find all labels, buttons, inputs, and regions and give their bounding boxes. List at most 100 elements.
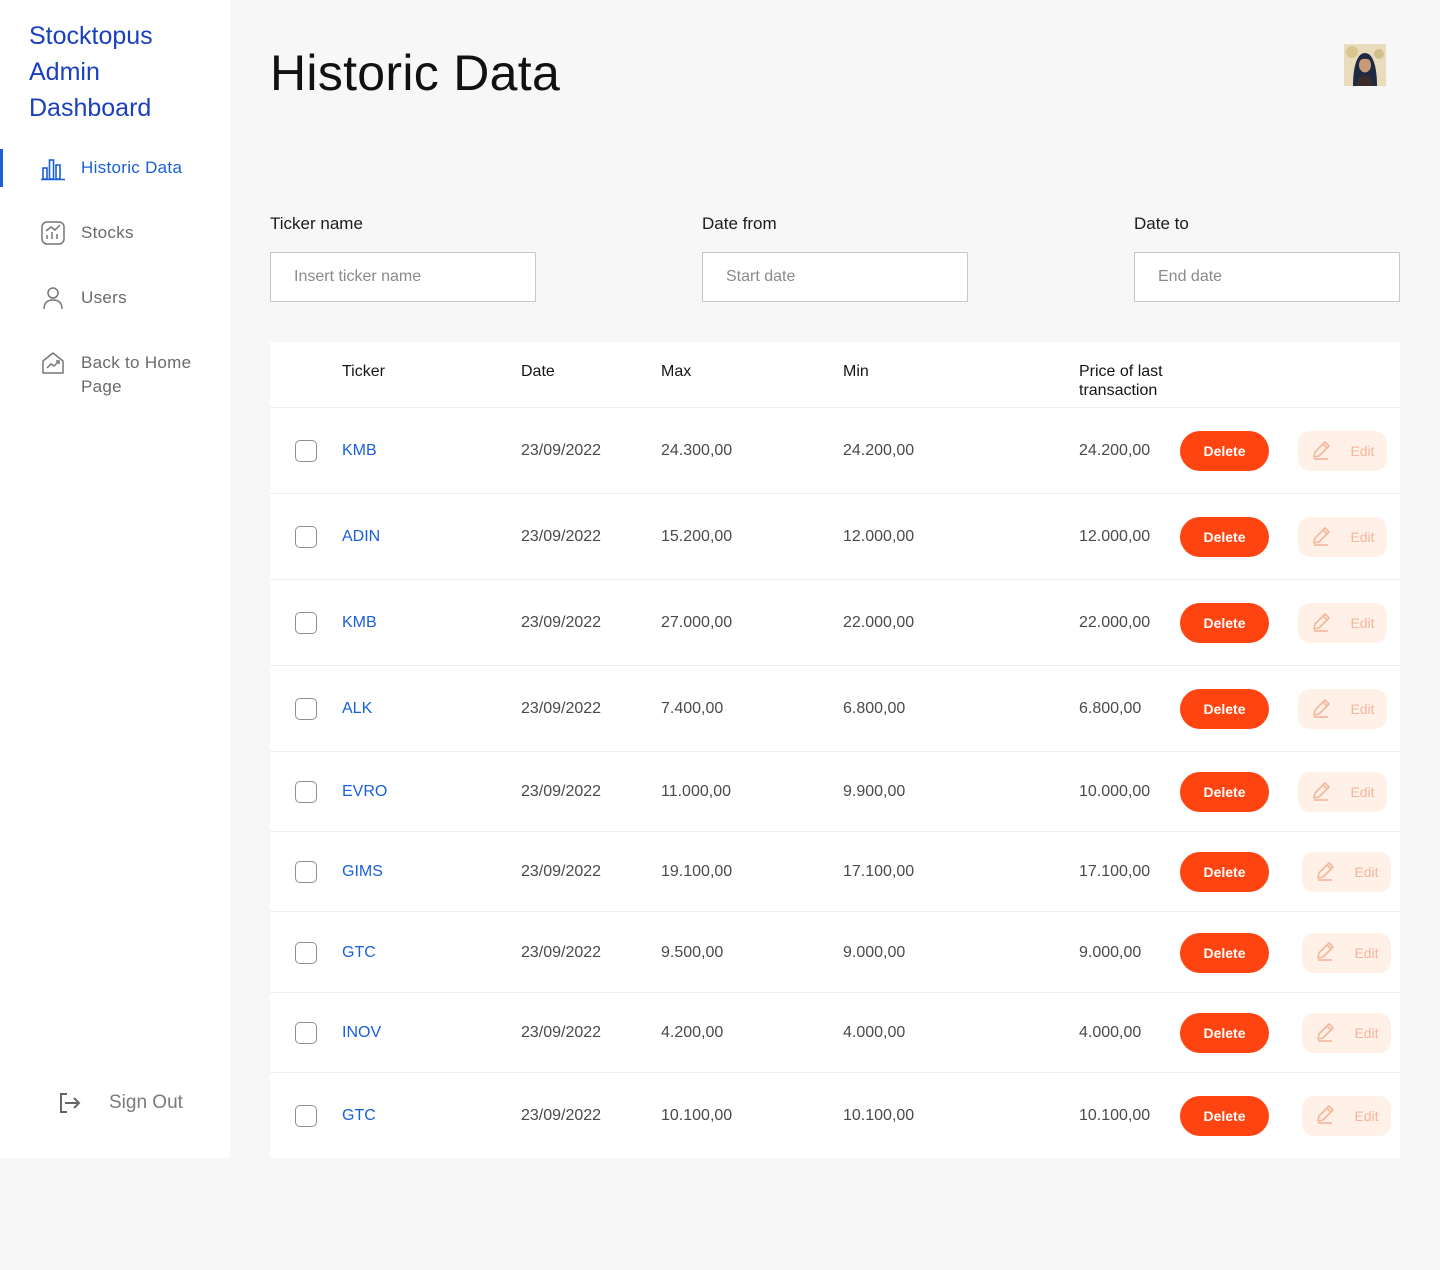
delete-button[interactable]: Delete [1180,1013,1269,1053]
edit-button[interactable]: Edit [1302,932,1391,973]
edit-button[interactable]: Edit [1298,772,1387,812]
date-cell: 23/09/2022 [521,614,602,631]
last-price-cell: 6.800,00 [1079,700,1142,717]
table-row: INOV 23/09/2022 4.200,00 4.000,00 4.000,00 De… [270,993,1400,1073]
date-cell: 23/09/2022 [521,783,602,800]
last-price-cell: 12.000,00 [1079,528,1151,545]
ticker-link[interactable]: INOV [342,1023,381,1043]
ticker-name-input[interactable] [270,252,536,302]
date-cell: 23/09/2022 [521,863,602,880]
date-cell: 23/09/2022 [521,1106,602,1124]
edit-label: Edit [1350,443,1375,459]
sign-out-button[interactable]: Sign Out [56,1090,206,1120]
edit-button[interactable]: Edit [1302,1013,1391,1053]
edit-button[interactable]: Edit [1298,431,1387,471]
last-price-cell: 9.000,00 [1079,943,1142,961]
max-cell: 11.000,00 [661,783,731,800]
user-icon [40,285,66,311]
edit-label: Edit [1354,864,1379,880]
table-row: KMB 23/09/2022 27.000,00 22.000,00 22.000,00… [270,580,1400,666]
table-row: GTC 23/09/2022 10.100,00 10.100,00 10.100,00… [270,1073,1400,1158]
page-title: Historic Data [270,45,561,101]
column-header-max: Max [661,363,692,380]
max-cell: 15.200,00 [661,528,733,545]
date-cell: 23/09/2022 [521,1024,602,1041]
pencil-icon [1310,780,1332,805]
table-row: ALK 23/09/2022 7.400,00 6.800,00 6.800,00 Del… [270,666,1400,752]
last-price-cell: 22.000,00 [1079,614,1151,631]
row-checkbox[interactable] [295,781,317,803]
edit-label: Edit [1350,784,1375,800]
min-cell: 10.100,00 [843,1106,915,1124]
table-row: KMB 23/09/2022 24.300,00 24.200,00 24.200,00… [270,408,1400,494]
table-row: EVRO 23/09/2022 11.000,00 9.900,00 10.000,00… [270,752,1400,832]
bar-chart-icon [40,156,66,182]
sidebar-item-back-to-home[interactable]: Back to Home Page [0,350,230,400]
ticker-link[interactable]: GTC [342,1106,376,1126]
pencil-icon [1310,611,1332,636]
ticker-link[interactable]: KMB [342,441,377,461]
table-row: ADIN 23/09/2022 15.200,00 12.000,00 12.000,0… [270,494,1400,580]
max-cell: 27.000,00 [661,614,733,631]
edit-button[interactable]: Edit [1302,852,1391,892]
row-checkbox[interactable] [295,861,317,883]
ticker-link[interactable]: GTC [342,943,376,963]
row-checkbox[interactable] [295,941,317,964]
last-price-cell: 17.100,00 [1079,863,1151,880]
edit-button[interactable]: Edit [1298,689,1387,729]
edit-label: Edit [1350,701,1375,717]
date-to-filter: Date to [1134,214,1400,302]
date-cell: 23/09/2022 [521,700,602,717]
delete-button[interactable]: Delete [1180,431,1269,471]
min-cell: 9.900,00 [843,783,906,800]
edit-label: Edit [1350,529,1375,545]
row-checkbox[interactable] [295,526,317,548]
row-checkbox[interactable] [295,440,317,462]
delete-button[interactable]: Delete [1180,517,1269,557]
stock-chart-icon [40,220,66,246]
historic-data-table: Ticker Date Max Min Price of last transa… [270,342,1400,1158]
delete-button[interactable]: Delete [1180,932,1269,973]
ticker-link[interactable]: KMB [342,613,377,633]
delete-button[interactable]: Delete [1180,852,1269,892]
edit-button[interactable]: Edit [1302,1095,1391,1136]
edit-label: Edit [1354,944,1379,961]
brand-title: Stocktopus Admin Dashboard [29,22,153,122]
min-cell: 24.200,00 [843,442,915,459]
date-to-label: Date to [1134,214,1189,233]
ticker-link[interactable]: GIMS [342,862,383,882]
date-cell: 23/09/2022 [521,943,602,961]
active-indicator [0,149,3,187]
min-cell: 17.100,00 [843,863,915,880]
edit-label: Edit [1350,615,1375,631]
row-checkbox[interactable] [295,612,317,634]
delete-button[interactable]: Delete [1180,1095,1269,1136]
date-from-input[interactable] [702,252,968,302]
sidebar-item-label: Back to Home Page [81,353,192,396]
delete-button[interactable]: Delete [1180,603,1269,643]
table-row: GTC 23/09/2022 9.500,00 9.000,00 9.000,00 Del… [270,912,1400,993]
ticker-name-filter: Ticker name [270,214,536,302]
date-to-input[interactable] [1134,252,1400,302]
column-header-ticker: Ticker [342,363,385,380]
avatar[interactable] [1344,44,1386,86]
row-checkbox[interactable] [295,698,317,720]
sidebar-item-users[interactable]: Users [0,285,230,315]
edit-button[interactable]: Edit [1298,517,1387,557]
row-checkbox[interactable] [295,1104,317,1127]
sidebar-item-stocks[interactable]: Stocks [0,220,230,250]
edit-button[interactable]: Edit [1298,603,1387,643]
min-cell: 9.000,00 [843,943,906,961]
sidebar-item-label: Users [81,288,127,307]
ticker-link[interactable]: ALK [342,699,372,719]
max-cell: 9.500,00 [661,943,724,961]
delete-button[interactable]: Delete [1180,772,1269,812]
max-cell: 24.300,00 [661,442,733,459]
sidebar-item-historic-data[interactable]: Historic Data [0,149,230,187]
row-checkbox[interactable] [295,1022,317,1044]
ticker-link[interactable]: ADIN [342,527,380,547]
max-cell: 10.100,00 [661,1106,733,1124]
sidebar: Stocktopus Admin Dashboard Historic Data… [0,0,230,1158]
ticker-link[interactable]: EVRO [342,782,387,802]
delete-button[interactable]: Delete [1180,689,1269,729]
